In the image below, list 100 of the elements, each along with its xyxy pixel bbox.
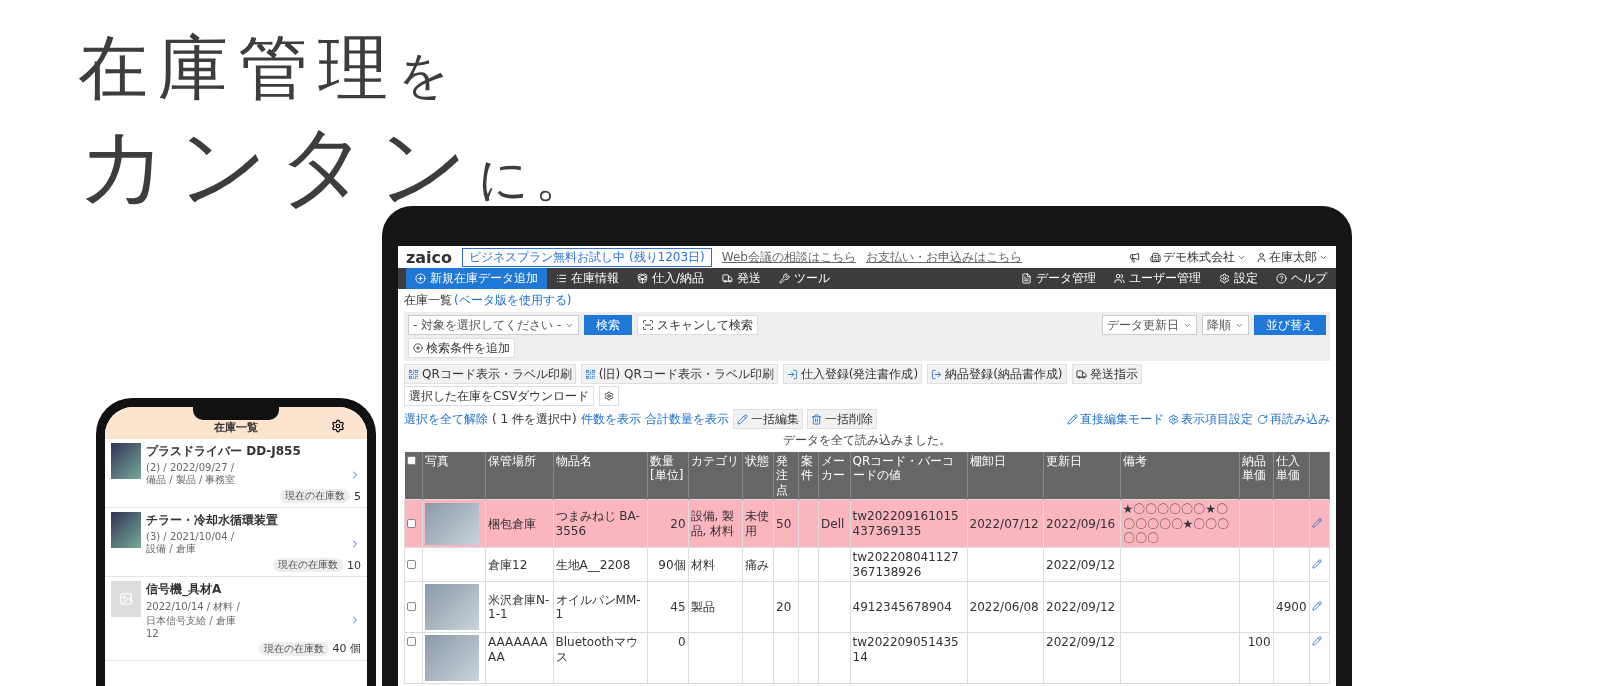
target-select[interactable]: - 対象を選択してください -: [408, 315, 580, 335]
table-cell: 100: [1247, 635, 1271, 650]
top-link[interactable]: お支払い・お申込みはこちら: [865, 248, 1022, 266]
document-icon: [1021, 273, 1032, 284]
pencil-icon: [736, 413, 748, 425]
action-button[interactable]: QRコード表示・ラベル印刷: [404, 364, 576, 384]
item-meta: 2022/10/14 / 材料 / 日本信号支給 / 倉庫12: [146, 600, 241, 639]
user-menu[interactable]: 在庫太郎: [1269, 248, 1317, 266]
table-cell: オイルパンMM-1: [555, 592, 641, 622]
top-link[interactable]: Web会議の相談はこちら: [721, 248, 856, 266]
headline-text: を: [398, 50, 455, 100]
action-button[interactable]: 発送指示: [1071, 364, 1142, 384]
checkbox[interactable]: [407, 559, 416, 569]
list-item[interactable]: 信号機_具材A 2022/10/14 / 材料 / 日本信号支給 / 倉庫12 現在の在庫数 40 個: [105, 577, 367, 661]
view-link[interactable]: 表示項目設定: [1168, 410, 1253, 428]
view-link[interactable]: 再読み込み: [1257, 410, 1330, 428]
table-cell: 2022/06/08: [969, 599, 1039, 614]
table-cell: 4900: [1276, 599, 1307, 614]
nav-item[interactable]: 設定: [1210, 268, 1267, 289]
table-cell: Bluetoothマウス: [555, 635, 638, 664]
table-cell: 4912345678904: [852, 599, 952, 614]
table-cell: 米沢倉庫N-1-1: [488, 592, 550, 622]
settings-button[interactable]: [599, 386, 620, 406]
checkbox[interactable]: [407, 637, 416, 647]
table-cell: 2022/09/12: [1046, 599, 1116, 614]
pencil-icon[interactable]: [1311, 600, 1322, 611]
nav-item[interactable]: 在庫情報: [547, 268, 628, 289]
list-item[interactable]: チラー・冷却水循環装置 (3) / 2021/10/04 / 設備 / 倉庫 現在の在庫数 10: [105, 508, 367, 577]
plus-icon: [413, 343, 423, 353]
truck-icon: [1075, 368, 1087, 380]
table-cell: 梱包倉庫: [488, 516, 536, 531]
nav-item[interactable]: ツール: [770, 268, 840, 289]
nav-item[interactable]: 新規在庫データ追加: [406, 268, 547, 289]
sort-field-select[interactable]: データ更新日: [1102, 315, 1197, 335]
nav-item[interactable]: ユーザー管理: [1105, 268, 1210, 289]
nav-item[interactable]: データ管理: [1012, 268, 1105, 289]
checkbox[interactable]: [407, 601, 416, 611]
page-title: 在庫一覧: [404, 292, 452, 309]
megaphone-icon[interactable]: [1129, 251, 1140, 263]
headline-text: カンタン: [78, 114, 478, 216]
sort-button[interactable]: 並び替え: [1254, 315, 1326, 335]
header-cell: [1309, 452, 1330, 500]
clear-selection-link[interactable]: 選択を全て解除: [404, 410, 488, 428]
logo[interactable]: zaico: [406, 247, 453, 267]
user-icon: [1256, 251, 1267, 263]
table-cell: 90個: [658, 557, 686, 572]
table-cell: tw202209161015437369135: [852, 509, 959, 538]
search-button[interactable]: 検索: [584, 315, 633, 335]
trial-badge[interactable]: ビジネスプラン無料お試し中 (残り1203日): [462, 247, 712, 267]
table-cell: 製品: [690, 599, 715, 614]
table-cell: 2022/09/12: [1046, 635, 1116, 650]
pencil-icon[interactable]: [1311, 517, 1322, 528]
company-menu[interactable]: デモ株式会社: [1163, 248, 1235, 266]
list-icon: [556, 273, 567, 284]
show-total-link[interactable]: 合計数量を表示: [644, 410, 729, 428]
pencil-icon[interactable]: [1311, 636, 1322, 647]
add-condition-button[interactable]: 検索条件を追加: [408, 338, 515, 358]
status-message: データを全て読み込みました。: [783, 433, 951, 447]
item-meta: (3) / 2021/10/04 / 設備 / 倉庫: [146, 531, 236, 556]
plus-icon: [415, 273, 426, 284]
checkbox[interactable]: [406, 456, 416, 465]
bulk-button[interactable]: 一括編集: [732, 409, 803, 429]
table-cell: 45: [670, 599, 686, 614]
beta-link[interactable]: (ベータ版を使用する): [454, 292, 572, 309]
checkbox[interactable]: [407, 518, 416, 528]
qr-icon: [408, 368, 419, 380]
headline-text: に。: [478, 153, 591, 204]
item-title: 信号機_具材A: [146, 581, 223, 598]
view-link[interactable]: 直接編集モード: [1067, 410, 1164, 428]
nav-item[interactable]: 仕入/納品: [628, 268, 714, 289]
list-item[interactable]: プラスドライバー DD-J855 (2) / 2022/09/27 / 備品 / 製品 / 事務室 現在の在庫数 5: [105, 439, 367, 508]
nav-item[interactable]: ヘルプ: [1267, 268, 1336, 289]
header-cell: 物品名: [553, 452, 648, 500]
action-button[interactable]: 納品登録(納品書作成): [927, 364, 1067, 384]
table-row[interactable]: 倉庫12 生地A__2208 90個 材料 痛み tw202208041127367138926 2022/09/12: [404, 547, 1330, 582]
table-cell: 50: [776, 516, 792, 531]
show-count-link[interactable]: 件数を表示: [580, 410, 641, 428]
table-cell: 20: [670, 516, 686, 531]
scan-button[interactable]: スキャンして検索: [637, 315, 759, 335]
nav-item[interactable]: 発送: [713, 268, 771, 289]
action-button[interactable]: (旧) QRコード表示・ラベル印刷: [580, 364, 778, 384]
settings-icon[interactable]: [331, 419, 345, 433]
stock-value: 10: [347, 558, 361, 572]
table-cell: 0: [677, 635, 686, 650]
pencil-icon[interactable]: [1311, 558, 1322, 569]
stock-value: 40 個: [332, 641, 361, 656]
table-row[interactable]: AAAAAAAAA Bluetoothマウス 0 tw20220905143514 2022/09/12 100: [404, 632, 1330, 684]
csv-download-button[interactable]: 選択した在庫をCSVダウンロード: [404, 386, 595, 406]
truck-icon: [722, 273, 734, 284]
bulk-button[interactable]: 一括削除: [806, 409, 877, 429]
table-cell: Dell: [821, 516, 845, 531]
table-cell: 材料: [690, 557, 715, 572]
action-button[interactable]: 仕入登録(発注書作成): [782, 364, 923, 384]
stock-label: 現在の在庫数: [258, 641, 329, 656]
table-row[interactable]: 米沢倉庫N-1-1 オイルパンMM-1 45 製品 20 4912345678904 2022/06/08 2022/09/12 4900: [404, 581, 1330, 633]
pencil-icon: [1067, 413, 1078, 425]
image-icon: [119, 592, 133, 606]
table-cell: 倉庫12: [488, 557, 528, 572]
sort-order-select[interactable]: 降順: [1202, 315, 1249, 335]
table-cell: 2022/07/12: [969, 516, 1039, 531]
